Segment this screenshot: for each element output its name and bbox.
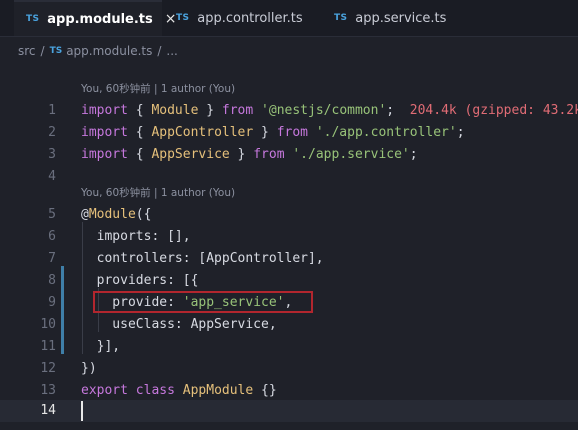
line-number: 6 <box>48 229 56 244</box>
line-code: import { Module } from '@nestjs/common';… <box>81 100 578 122</box>
decorator-name: Module <box>88 207 136 222</box>
line-code: import { AppController } from './app.con… <box>81 122 465 144</box>
line-code: }], <box>81 339 121 354</box>
line-number: 4 <box>48 169 56 184</box>
text-cursor <box>81 401 83 421</box>
line-code: providers: [{ <box>81 273 199 288</box>
line-number: 9 <box>48 295 56 310</box>
punctuation: } <box>229 147 254 162</box>
keyword: from <box>253 147 285 162</box>
keyword: from <box>221 103 254 118</box>
identifier: AppController <box>151 125 254 140</box>
line-number: 5 <box>48 207 56 222</box>
line-number: 8 <box>48 273 56 288</box>
tab-app-module[interactable]: TS app.module.ts × <box>14 0 177 36</box>
code-line: 12 }) <box>0 358 578 380</box>
tab-bar: TS app.module.ts × TS app.controller.ts … <box>0 0 578 37</box>
class-name: AppModule <box>182 383 254 398</box>
breadcrumb-separator: / <box>40 44 45 58</box>
keyword: import <box>81 103 128 118</box>
breadcrumb: src / TS app.module.ts / ... <box>0 37 578 65</box>
line-code: @Module({ <box>81 204 151 226</box>
line-number: 12 <box>40 361 56 376</box>
code-line: 7 controllers: [AppController], <box>0 248 578 270</box>
tab-app-service[interactable]: TS app.service.ts <box>334 0 446 36</box>
punctuation: } <box>198 103 222 118</box>
keyword: from <box>276 125 308 140</box>
code-line: 13 export class AppModule {} <box>0 380 578 402</box>
punctuation: } <box>253 125 277 140</box>
line-code: }) <box>81 361 97 376</box>
import-cost-hint: 204.4k (gzipped: 43.2k) <box>394 103 578 118</box>
tab-label: app.controller.ts <box>197 10 303 26</box>
punctuation: { <box>127 125 152 140</box>
breadcrumb-symbol[interactable]: ... <box>166 44 177 58</box>
decorator-at: @ <box>81 207 89 222</box>
identifier: Module <box>151 103 199 118</box>
code-line: 6 imports: [], <box>0 226 578 248</box>
code-line: 1 import { Module } from '@nestjs/common… <box>0 100 578 122</box>
code-line: 5 @Module({ <box>0 204 578 226</box>
annotation-highlight-box <box>93 291 313 313</box>
line-number: 14 <box>40 403 56 418</box>
line-code: imports: [], <box>81 229 191 244</box>
breadcrumb-folder[interactable]: src <box>18 44 36 58</box>
typescript-file-icon: TS <box>49 46 63 56</box>
git-blame-annotation[interactable]: You, 60秒钟前 | 1 author (You) <box>81 78 235 100</box>
line-number: 13 <box>40 383 56 398</box>
line-code: export class AppModule {} <box>81 380 277 402</box>
punctuation: ; <box>386 103 395 118</box>
line-number: 10 <box>40 317 56 332</box>
typescript-file-icon: TS <box>176 13 190 23</box>
typescript-file-icon: TS <box>26 14 40 24</box>
tab-app-controller[interactable]: TS app.controller.ts <box>176 0 303 36</box>
code-line: 10 useClass: AppService, <box>0 314 578 336</box>
string: '@nestjs/common' <box>261 103 387 118</box>
close-icon[interactable]: × <box>165 11 177 27</box>
line-code: useClass: AppService, <box>81 317 277 332</box>
punctuation: { <box>127 147 152 162</box>
keyword: import <box>81 147 128 162</box>
breadcrumb-file[interactable]: app.module.ts <box>66 44 152 58</box>
line-number: 7 <box>48 251 56 266</box>
code-line-current: 14 <box>0 400 578 422</box>
git-blame-annotation[interactable]: You, 60秒钟前 | 1 author (You) <box>81 182 235 204</box>
string: './app.service' <box>292 147 410 162</box>
code-line: 2 import { AppController } from './app.c… <box>0 122 578 144</box>
punctuation: {} <box>253 383 277 398</box>
code-line: 8 providers: [{ <box>0 270 578 292</box>
punctuation: { <box>127 103 152 118</box>
breadcrumb-separator: / <box>157 44 162 58</box>
typescript-file-icon: TS <box>334 13 348 23</box>
line-code: controllers: [AppController], <box>81 251 324 266</box>
punctuation: ; <box>456 125 465 140</box>
tab-label: app.module.ts <box>47 11 153 27</box>
tab-label: app.service.ts <box>355 10 447 26</box>
punctuation: ; <box>409 147 418 162</box>
code-editor[interactable]: You, 60秒钟前 | 1 author (You) 1 import { M… <box>0 66 578 430</box>
line-number: 3 <box>48 147 56 162</box>
identifier: AppService <box>151 147 230 162</box>
keyword: class <box>135 383 175 398</box>
line-number: 11 <box>40 339 56 354</box>
line-number: 2 <box>48 125 56 140</box>
code-line: 11 }], <box>0 336 578 358</box>
string: './app.controller' <box>315 125 457 140</box>
editor-window: TS app.module.ts × TS app.controller.ts … <box>0 0 578 430</box>
line-number: 1 <box>48 103 56 118</box>
keyword: export <box>81 383 128 398</box>
code-line: 3 import { AppService } from './app.serv… <box>0 144 578 166</box>
line-code: import { AppService } from './app.servic… <box>81 144 418 166</box>
punctuation: ({ <box>135 207 152 222</box>
keyword: import <box>81 125 128 140</box>
